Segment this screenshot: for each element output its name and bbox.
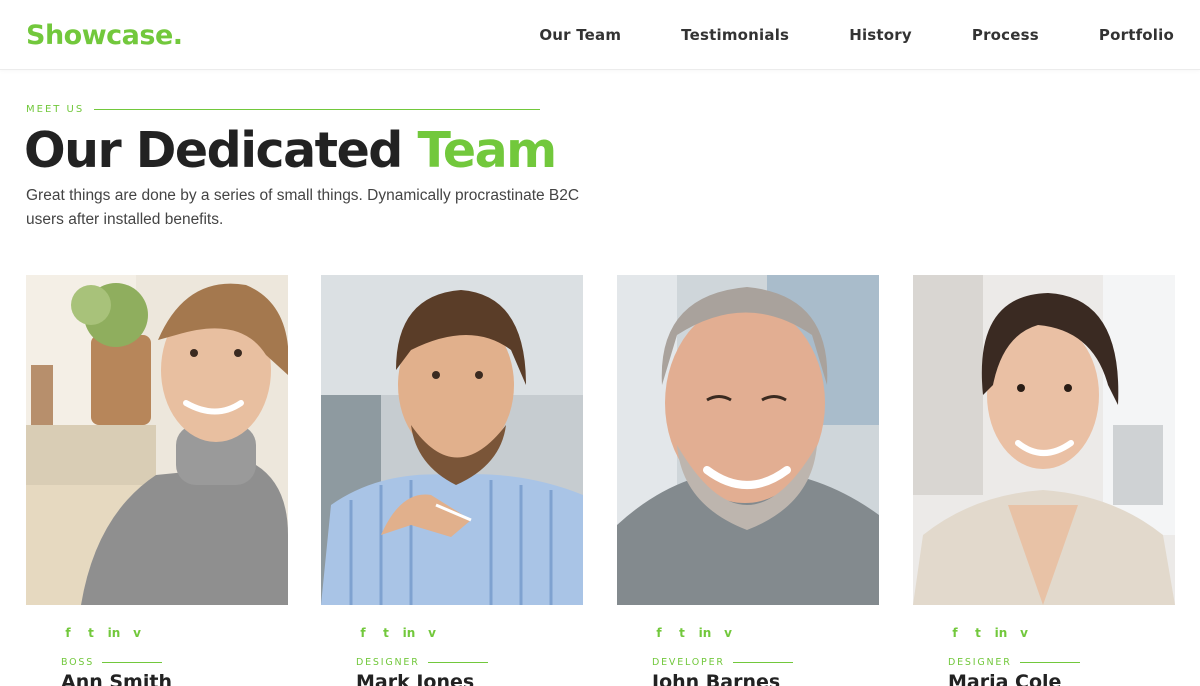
team-member-name[interactable]: Maria Cole xyxy=(948,671,1061,686)
team-member-photo[interactable] xyxy=(321,275,583,605)
team-member-name[interactable]: Mark Jones xyxy=(356,671,474,686)
vine-icon[interactable]: v xyxy=(425,626,439,640)
twitter-icon[interactable]: t xyxy=(971,626,985,640)
team-card: f t in v DESIGNER Mark Jones xyxy=(321,275,583,686)
role-label: DESIGNER xyxy=(948,657,1012,668)
social-links: f t in v xyxy=(948,626,1031,640)
role-label: BOSS xyxy=(61,657,95,668)
team-member-photo[interactable] xyxy=(617,275,879,605)
team-card: f t in v DESIGNER Maria Cole xyxy=(913,275,1175,686)
title-accent: Team xyxy=(417,122,557,179)
nav-testimonials[interactable]: Testimonials xyxy=(681,26,789,44)
linkedin-icon[interactable]: in xyxy=(107,626,121,640)
linkedin-icon[interactable]: in xyxy=(994,626,1008,640)
facebook-icon[interactable]: f xyxy=(948,626,962,640)
title-main: Our Dedicated xyxy=(24,122,403,179)
team-member-photo[interactable] xyxy=(26,275,288,605)
team-role: DEVELOPER xyxy=(652,657,793,668)
linkedin-icon[interactable]: in xyxy=(698,626,712,640)
team-card: f t in v DEVELOPER John Barnes xyxy=(617,275,879,686)
section-eyebrow: MEET US xyxy=(26,104,541,115)
team-role: DESIGNER xyxy=(356,657,488,668)
eyebrow-label: MEET US xyxy=(26,104,85,115)
role-divider xyxy=(427,662,488,663)
vine-icon[interactable]: v xyxy=(721,626,735,640)
vine-icon[interactable]: v xyxy=(1017,626,1031,640)
facebook-icon[interactable]: f xyxy=(652,626,666,640)
site-logo[interactable]: Showcase. xyxy=(26,20,183,51)
section-title: Our Dedicated Team xyxy=(24,122,557,179)
role-divider xyxy=(1019,662,1080,663)
role-divider xyxy=(102,662,163,663)
twitter-icon[interactable]: t xyxy=(675,626,689,640)
nav-our-team[interactable]: Our Team xyxy=(539,26,621,44)
team-member-photo[interactable] xyxy=(913,275,1175,605)
social-links: f t in v xyxy=(652,626,735,640)
twitter-icon[interactable]: t xyxy=(379,626,393,640)
team-member-name[interactable]: Ann Smith xyxy=(61,671,172,686)
team-member-name[interactable]: John Barnes xyxy=(652,671,780,686)
eyebrow-divider xyxy=(94,109,541,110)
vine-icon[interactable]: v xyxy=(130,626,144,640)
facebook-icon[interactable]: f xyxy=(356,626,370,640)
section-intro: Great things are done by a series of sma… xyxy=(26,187,580,228)
team-card: f t in v BOSS Ann Smith xyxy=(26,275,288,686)
role-divider xyxy=(732,662,793,663)
facebook-icon[interactable]: f xyxy=(61,626,75,640)
role-label: DESIGNER xyxy=(356,657,420,668)
nav-process[interactable]: Process xyxy=(972,26,1039,44)
site-header: Showcase. Our Team Testimonials History … xyxy=(0,0,1200,70)
main-nav: Our Team Testimonials History Process Po… xyxy=(539,0,1174,70)
twitter-icon[interactable]: t xyxy=(84,626,98,640)
social-links: f t in v xyxy=(61,626,144,640)
team-role: DESIGNER xyxy=(948,657,1080,668)
nav-history[interactable]: History xyxy=(849,26,912,44)
role-label: DEVELOPER xyxy=(652,657,725,668)
team-role: BOSS xyxy=(61,657,163,668)
linkedin-icon[interactable]: in xyxy=(402,626,416,640)
nav-portfolio[interactable]: Portfolio xyxy=(1099,26,1174,44)
social-links: f t in v xyxy=(356,626,439,640)
